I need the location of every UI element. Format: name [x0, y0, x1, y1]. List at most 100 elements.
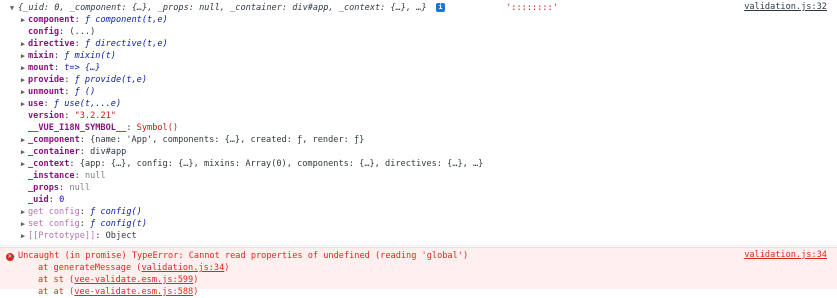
stack-frame-text: at st ( [38, 275, 75, 285]
separator: : [74, 171, 85, 181]
property-row: _instance: null [28, 170, 106, 182]
expanded-triangle-icon[interactable]: ▼ [8, 2, 16, 14]
collapsed-triangle-icon[interactable]: ▶ [19, 134, 27, 146]
property-key: config [28, 27, 60, 37]
property-value: null [84, 171, 106, 181]
property-row: _props: null [28, 182, 90, 194]
separator: : [43, 99, 54, 109]
property-key: use [28, 99, 44, 109]
separator: : [64, 87, 75, 97]
collapsed-triangle-icon[interactable]: ▶ [19, 218, 27, 230]
separator: : [126, 123, 137, 133]
collapsed-triangle-icon[interactable]: ▶ [19, 14, 27, 26]
property-key: directive [28, 39, 75, 49]
property-key: set config [28, 219, 80, 229]
property-key: get config [28, 207, 80, 217]
separator: : [53, 51, 65, 61]
separator: : [74, 39, 85, 49]
property-row[interactable]: ▶ unmount: ƒ () [21, 86, 96, 98]
separator: : [59, 183, 70, 193]
object-summary-text: {_uid: 0, _component: {…}, _props: null,… [18, 3, 427, 13]
stack-frame: at generateMessage (validation.js:34) [38, 262, 229, 274]
property-key: unmount [28, 87, 65, 97]
error-source-link[interactable]: validation.js:34 [744, 250, 827, 260]
property-key: _component [28, 135, 80, 145]
collapsed-triangle-icon[interactable]: ▶ [19, 98, 27, 110]
collapsed-triangle-icon[interactable]: ▶ [19, 50, 27, 62]
logged-string: '::::::::' [506, 3, 558, 13]
separator: : [64, 111, 75, 121]
collapsed-triangle-icon[interactable]: ▶ [19, 74, 27, 86]
property-row[interactable]: ▶ component: ƒ component(t,e) [21, 14, 168, 26]
property-value: (...) [69, 27, 96, 37]
object-summary[interactable]: ▼ {_uid: 0, _component: {…}, _props: nul… [10, 2, 558, 14]
property-key: _props [28, 183, 60, 193]
stack-frame-link[interactable]: validation.js:34 [141, 263, 224, 273]
property-row[interactable]: ▶ use: ƒ use(t,...e) [21, 98, 122, 110]
property-row[interactable]: ▶ mount: t=> {…} [21, 62, 101, 74]
property-row: config: (...) [28, 26, 95, 38]
collapsed-triangle-icon[interactable]: ▶ [19, 230, 27, 242]
property-row[interactable]: ▶ [[Prototype]]: Object [21, 230, 137, 242]
stack-frame-link[interactable]: vee-validate.esm.js:599 [74, 275, 193, 285]
property-value: ƒ config(t) [90, 219, 148, 229]
property-value: ƒ directive(t,e) [84, 39, 168, 49]
property-row[interactable]: ▶ _context: {app: {…}, config: {…}, mixin… [21, 158, 483, 170]
property-value: Object [105, 231, 137, 241]
separator: : [59, 27, 70, 37]
property-value: ƒ () [74, 87, 96, 97]
separator: : [79, 207, 91, 217]
property-row[interactable]: ▶ _component: {name: 'App', components: {… [21, 134, 365, 146]
property-row[interactable]: ▶ mixin: ƒ mixin(t) [21, 50, 116, 62]
property-value: ƒ config() [90, 207, 142, 217]
property-row[interactable]: ▶ get config: ƒ config() [21, 206, 142, 218]
property-row[interactable]: ▶ _container: div#app [21, 146, 127, 158]
property-row[interactable]: ▶ provide: ƒ provide(t,e) [21, 74, 148, 86]
separator: : [79, 147, 91, 157]
separator: : [53, 63, 65, 73]
console-log-entry: ▼ {_uid: 0, _component: {…}, _props: nul… [0, 0, 837, 246]
collapsed-triangle-icon[interactable]: ▶ [19, 86, 27, 98]
property-value: {name: 'App', components: {…}, created: … [90, 135, 365, 145]
separator: : [74, 15, 85, 25]
property-row: _uid: 0 [28, 194, 64, 206]
property-row[interactable]: ▶ directive: ƒ directive(t,e) [21, 38, 168, 50]
property-key: mixin [28, 51, 54, 61]
property-key: [[Prototype]] [28, 231, 96, 241]
property-value: Symbol() [136, 123, 179, 133]
separator: : [79, 135, 91, 145]
property-key: _instance [28, 171, 75, 181]
collapsed-triangle-icon[interactable]: ▶ [19, 206, 27, 218]
property-row[interactable]: ▶ set config: ƒ config(t) [21, 218, 148, 230]
property-key: component [28, 15, 75, 25]
collapsed-triangle-icon[interactable]: ▶ [19, 146, 27, 158]
property-value: t=> {…} [64, 63, 101, 73]
property-value: ƒ mixin(t) [64, 51, 116, 61]
collapsed-triangle-icon[interactable]: ▶ [19, 38, 27, 50]
collapsed-triangle-icon[interactable]: ▶ [9, 250, 17, 262]
property-key: _container [28, 147, 80, 157]
collapsed-triangle-icon[interactable]: ▶ [19, 158, 27, 170]
property-value: div#app [90, 147, 127, 157]
stack-frame-close: ) [193, 275, 199, 285]
property-value: ƒ component(t,e) [84, 15, 168, 25]
property-row: __VUE_I18N_SYMBOL__: Symbol() [28, 122, 178, 134]
property-value: null [69, 183, 91, 193]
info-icon[interactable]: i [435, 3, 445, 12]
property-value: "3.2.21" [74, 111, 116, 121]
collapsed-triangle-icon[interactable]: ▶ [19, 62, 27, 74]
property-value: ƒ provide(t,e) [74, 75, 148, 85]
error-message-text: Uncaught (in promise) TypeError: Cannot … [18, 251, 469, 261]
property-key: version [28, 111, 65, 121]
separator: : [69, 159, 80, 169]
error-message[interactable]: ▶ Uncaught (in promise) TypeError: Canno… [11, 250, 469, 262]
separator: : [95, 231, 106, 241]
error-entry: ✕ ▶ Uncaught (in promise) TypeError: Can… [0, 247, 837, 297]
property-value: ƒ use(t,...e) [53, 99, 122, 109]
property-key: _context [28, 159, 70, 169]
separator: : [64, 75, 75, 85]
source-link[interactable]: validation.js:32 [744, 2, 827, 12]
property-row: version: "3.2.21" [28, 110, 116, 122]
stack-frame-text: at generateMessage ( [38, 263, 142, 273]
stack-frame: at st (vee-validate.esm.js:599) [38, 274, 198, 286]
